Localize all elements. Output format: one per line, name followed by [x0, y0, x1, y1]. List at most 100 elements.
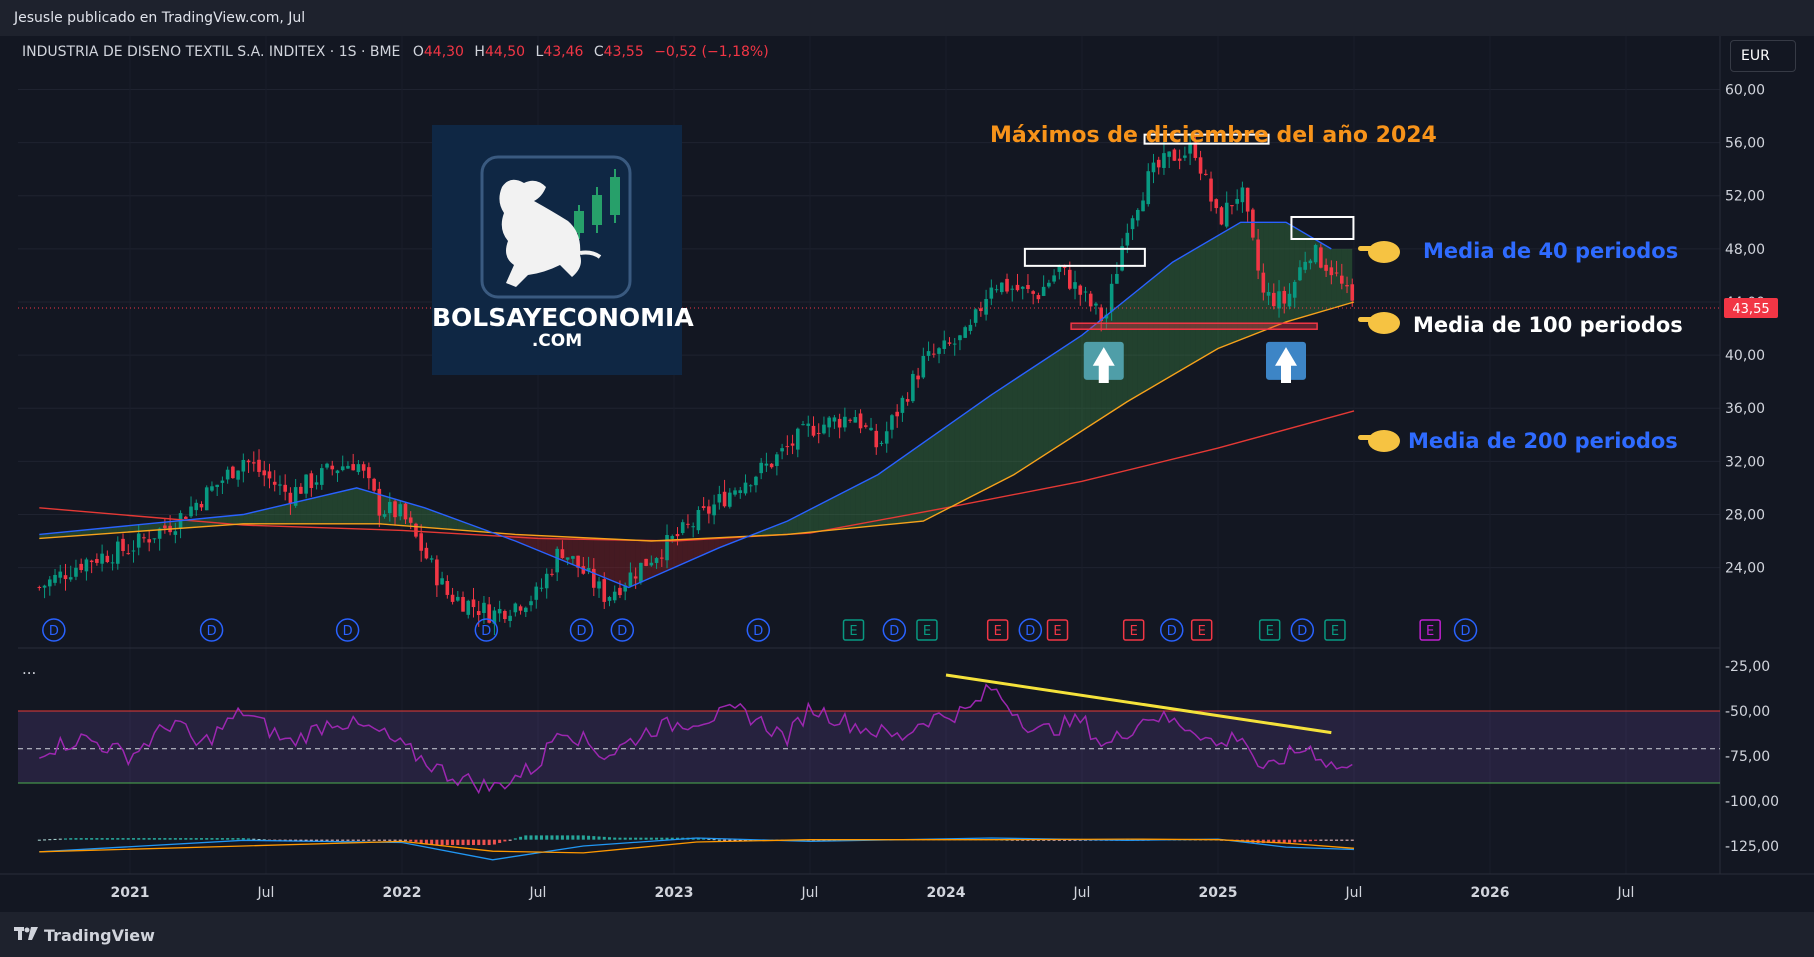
ma-fill: [410, 503, 416, 527]
low-value: 43,46: [543, 44, 584, 60]
candle-down: [675, 534, 680, 537]
currency-button[interactable]: EUR: [1730, 40, 1796, 72]
change-value: −0,52 (−1,18%): [654, 44, 769, 60]
ma-fill: [944, 424, 950, 511]
ma-fill: [1059, 346, 1065, 446]
candle-up: [733, 490, 737, 495]
macd-histogram-bar: [215, 838, 219, 840]
ma-fill: [933, 431, 940, 516]
candle-down: [769, 463, 774, 468]
ma-fill: [614, 539, 620, 584]
candle-up: [1224, 202, 1229, 227]
ma-fill: [1048, 353, 1055, 453]
candle-down: [1031, 291, 1035, 294]
candle-up: [942, 340, 947, 349]
ma-fill: [996, 388, 1002, 484]
candle-down: [518, 606, 523, 611]
macd-histogram-bar: [655, 837, 659, 840]
candle-up: [754, 476, 758, 486]
candle-up: [1109, 283, 1114, 312]
ma-fill: [839, 491, 845, 530]
time-tick-label: Jul: [257, 885, 275, 901]
close-value: 43,55: [603, 44, 644, 60]
macd-histogram-bar: [126, 838, 130, 840]
candle-up: [1115, 273, 1119, 284]
ma-fill: [1195, 245, 1201, 362]
rsi-band: [18, 711, 1720, 783]
rsi-tick-label: -50,00: [1725, 704, 1770, 720]
indicator-menu-icon[interactable]: ...: [22, 660, 36, 678]
ma-fill: [881, 468, 887, 526]
candle-down: [309, 473, 314, 488]
candle-up: [989, 287, 994, 299]
ma-fill: [604, 538, 610, 580]
candle-up: [973, 309, 978, 323]
ma-fill: [818, 502, 824, 532]
macd-histogram-bar: [587, 835, 591, 840]
candle-up: [466, 600, 471, 615]
candle-down: [1230, 205, 1234, 207]
time-tick-label: 2024: [927, 885, 966, 901]
macd-histogram-bar: [430, 839, 434, 845]
tradingview-brand[interactable]: TradingView: [44, 926, 155, 945]
macd-histogram-bar: [377, 839, 381, 841]
ma-fill: [1007, 381, 1013, 479]
ma-fill: [871, 475, 877, 527]
last-price-value: 43,55: [1732, 302, 1769, 317]
open-label: O: [412, 44, 424, 60]
candle-up: [115, 541, 120, 564]
candle-up: [1130, 218, 1135, 230]
candle-up: [639, 562, 643, 583]
candle-up: [884, 431, 889, 444]
candle-up: [843, 416, 847, 428]
macd-histogram-bar: [53, 838, 57, 840]
candle-up: [900, 397, 905, 413]
candle-up: [827, 417, 831, 428]
ma-fill: [1127, 294, 1133, 402]
ma-fill: [1027, 367, 1034, 466]
time-tick-label: Jul: [1617, 885, 1635, 901]
ma-fill: [264, 508, 270, 524]
candle-down: [707, 506, 711, 514]
candle-down: [905, 399, 910, 402]
ma-fill: [912, 446, 919, 523]
macd-histogram-bar: [346, 839, 350, 841]
macd-histogram-bar: [121, 838, 125, 840]
candle-down: [686, 523, 690, 525]
candle-down: [503, 610, 507, 620]
macd-histogram-bar: [90, 838, 94, 840]
candle-down: [251, 462, 256, 464]
macd-histogram-bar: [236, 838, 240, 840]
macd-histogram-bar: [1303, 839, 1307, 842]
candle-down: [126, 553, 131, 555]
candle-up: [999, 282, 1004, 293]
candle-down: [1339, 275, 1344, 284]
price-tick-label: 28,00: [1725, 507, 1765, 523]
ma-fill: [363, 489, 369, 524]
earnings-marker-label: E: [923, 624, 931, 639]
candle-up: [1292, 281, 1297, 298]
macd-histogram-bar: [513, 838, 517, 840]
logo-subtext: .COM: [531, 331, 583, 351]
candle-up: [597, 581, 601, 589]
candle-down: [618, 587, 622, 596]
candle-up: [879, 442, 884, 444]
ma-fill: [259, 509, 265, 524]
ma-fill: [1148, 277, 1154, 390]
macd-histogram-bar: [487, 839, 491, 846]
candle-down: [1026, 285, 1030, 289]
macd-histogram-bar: [1345, 839, 1349, 841]
candle-up: [335, 470, 340, 474]
candle-up: [727, 492, 732, 507]
ma-fill: [1043, 357, 1049, 456]
macd-histogram-bar: [1293, 839, 1297, 843]
candle-down: [424, 547, 429, 559]
candle-up: [152, 538, 157, 540]
candle-up: [717, 494, 722, 503]
macd-histogram-bar: [545, 835, 549, 840]
chart-area[interactable]: 60,0056,0052,0048,0044,0040,0036,0032,00…: [0, 36, 1814, 912]
ma-fill: [891, 461, 898, 525]
ma-fill: [1132, 290, 1138, 399]
candle-up: [691, 526, 695, 528]
candle-up: [680, 522, 685, 534]
